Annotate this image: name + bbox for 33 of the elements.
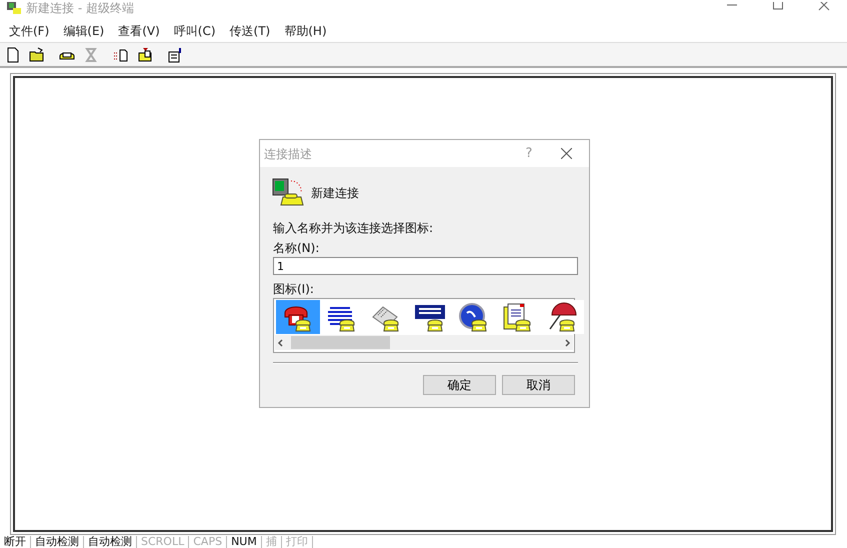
status-item: 捕: [262, 536, 282, 548]
dialog-title: 连接描述: [264, 146, 312, 162]
ok-button[interactable]: 确定: [423, 375, 496, 395]
scrollbar-thumb[interactable]: [291, 336, 390, 349]
window-title: 新建连接 - 超级终端: [26, 0, 134, 16]
status-item: 打印: [282, 536, 313, 548]
menu-item[interactable]: 编辑(E): [56, 22, 112, 40]
receive-folder-icon: [137, 46, 153, 62]
menu-item[interactable]: 传送(T): [222, 22, 278, 40]
properties-icon: [167, 46, 183, 62]
cancel-button[interactable]: 取消: [502, 375, 575, 395]
dialog-heading: 新建连接: [311, 185, 359, 202]
status-item: 断开: [0, 536, 31, 548]
name-label: 名称(N):: [273, 240, 320, 257]
status-item: CAPS: [189, 536, 228, 548]
menu-item[interactable]: 帮助(H): [277, 22, 334, 40]
status-item: 自动检测: [84, 536, 137, 548]
close-icon: [560, 148, 572, 159]
app-icon: [6, 2, 22, 14]
horizontal-scrollbar[interactable]: [275, 335, 573, 350]
status-item: 自动检测: [31, 536, 84, 548]
name-input-field[interactable]: 1: [273, 257, 578, 275]
prompt-text: 输入名称并为该连接选择图标:: [273, 220, 434, 237]
send-file-icon: [113, 46, 129, 62]
menu-item[interactable]: 查看(V): [111, 22, 167, 40]
new-file-icon: [5, 46, 21, 62]
icon-label: 图标(I):: [273, 281, 315, 298]
menu-item[interactable]: 呼叫(C): [166, 22, 223, 40]
icon-option[interactable]: [276, 300, 320, 334]
menu-item[interactable]: 文件(F): [2, 22, 56, 40]
status-item: NUM: [227, 536, 262, 548]
open-folder-icon: [29, 46, 45, 62]
status-item: SCROLL: [137, 536, 190, 548]
